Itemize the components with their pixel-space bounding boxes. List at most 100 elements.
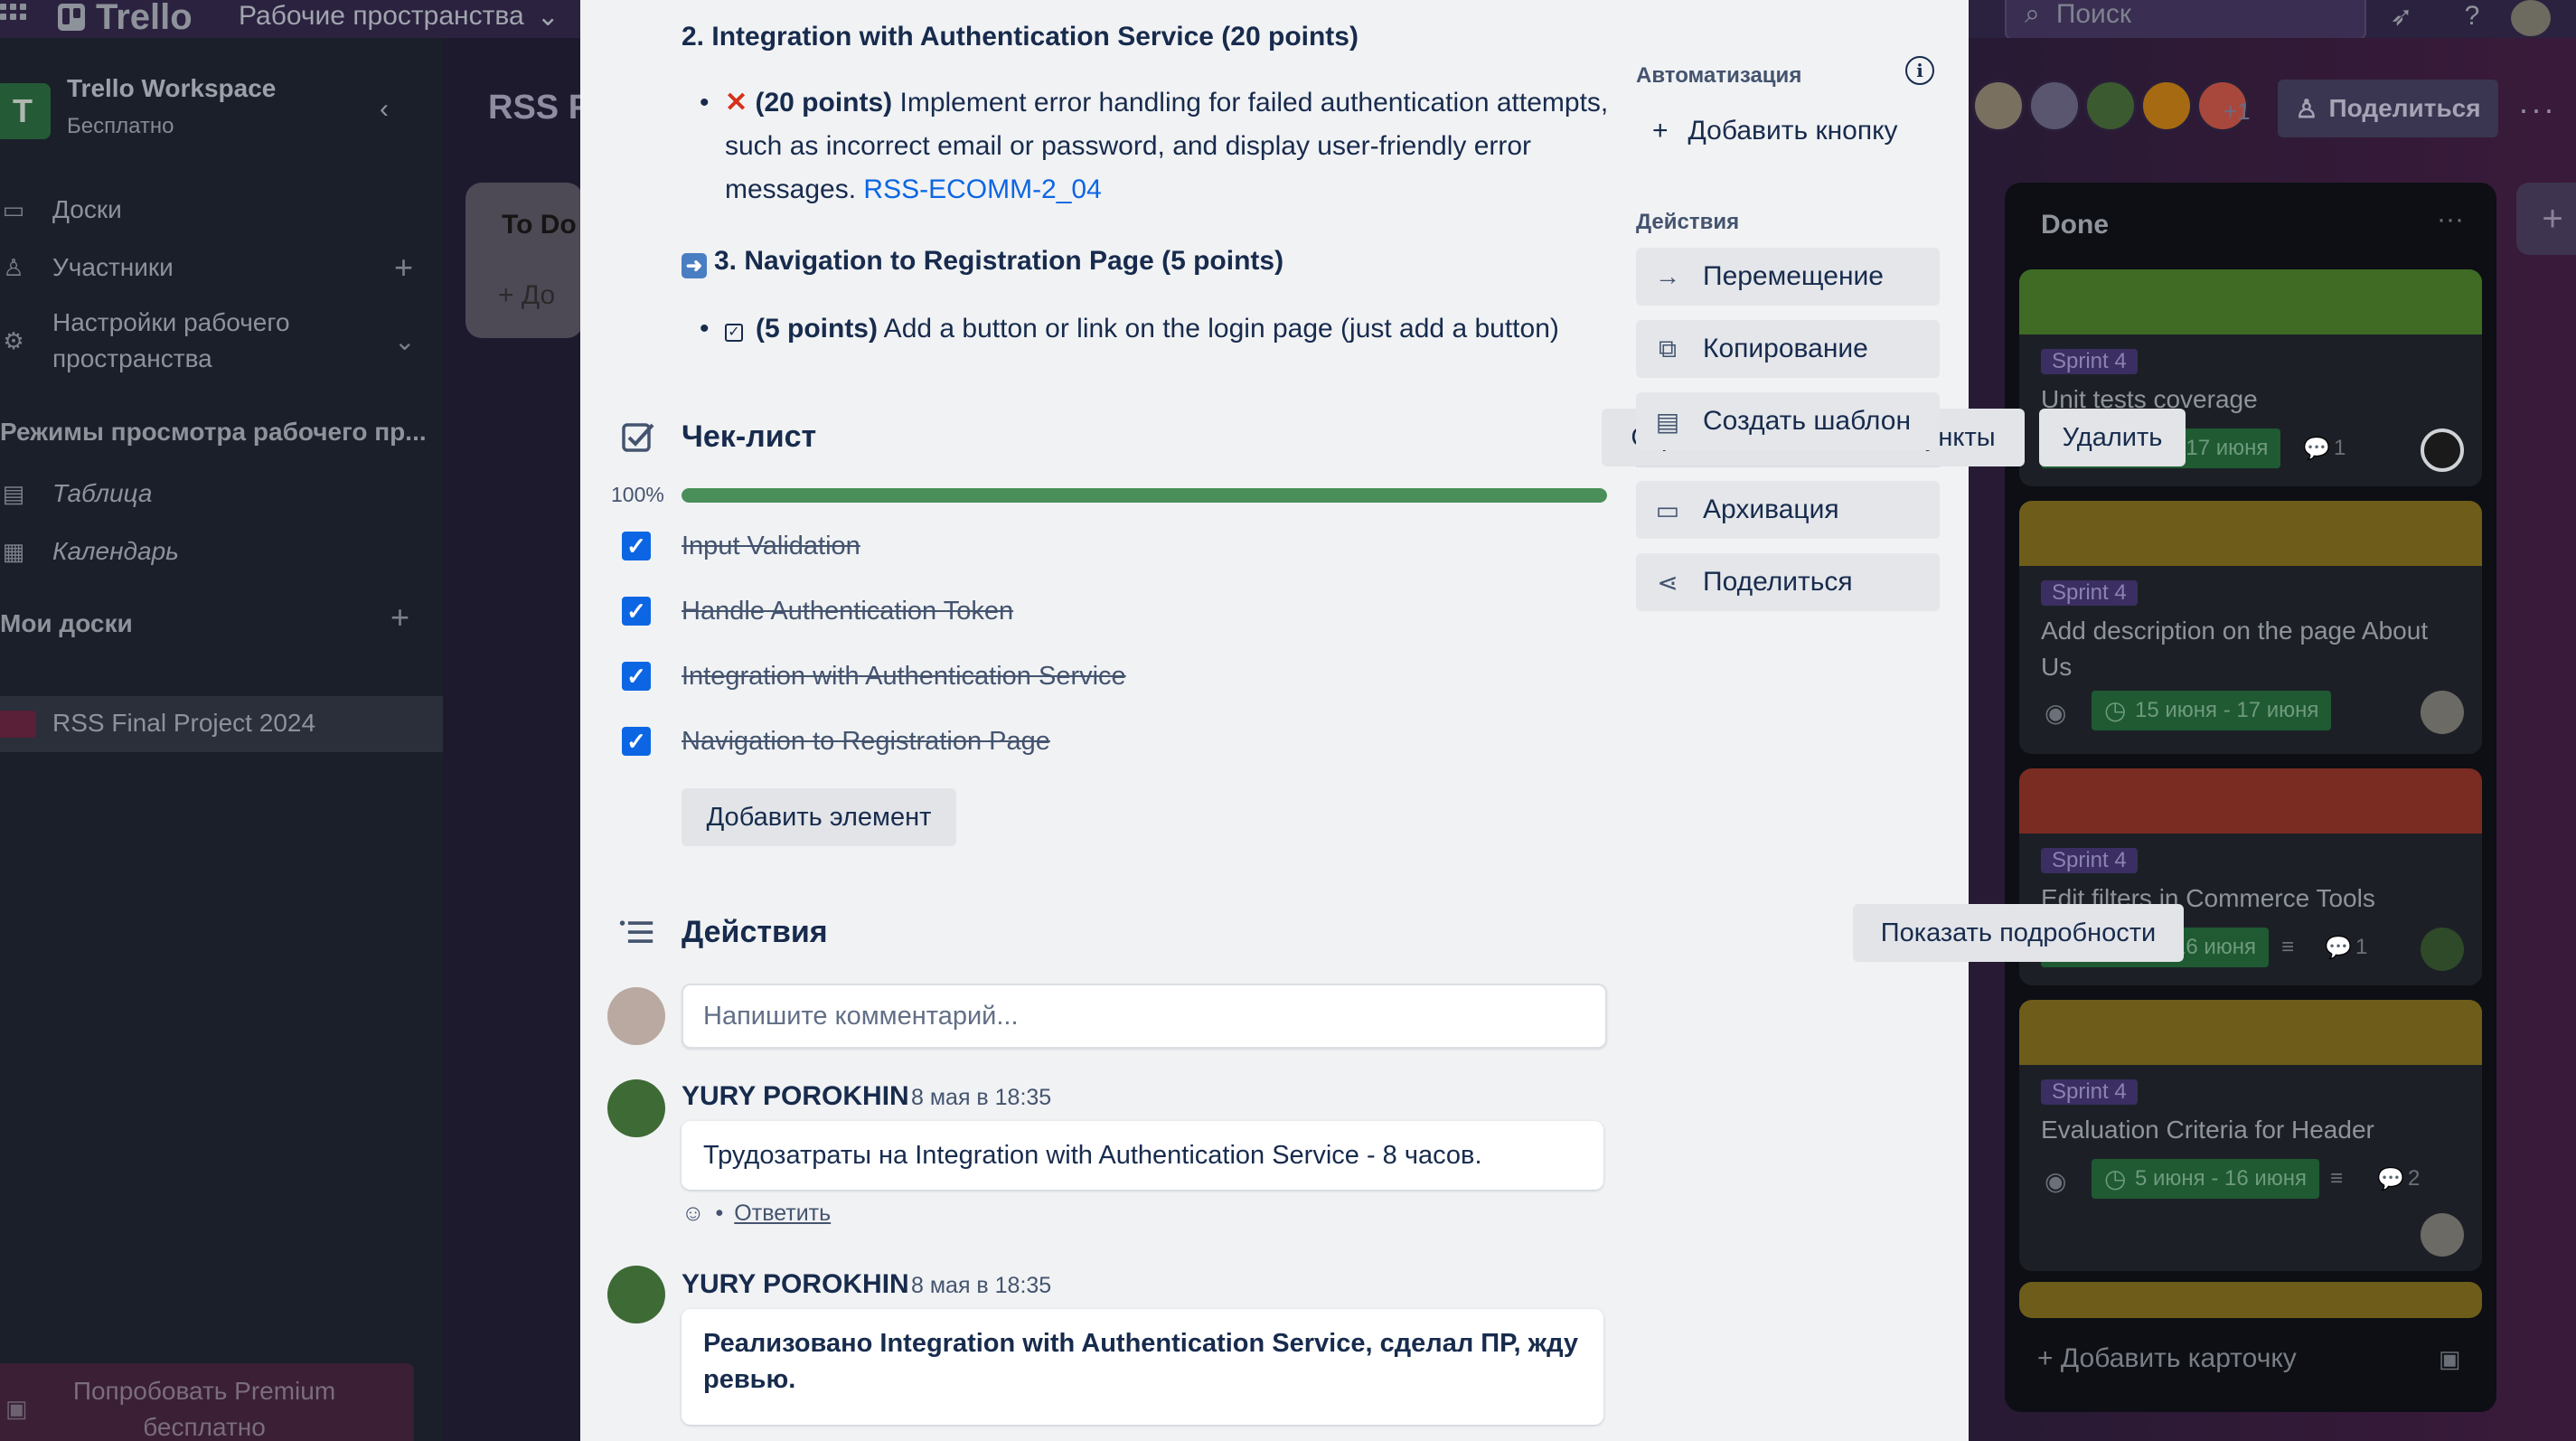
add-card-button[interactable]: + До [498,280,555,311]
card-dates-badge[interactable]: 15 июня - 17 июня [2092,691,2332,730]
board-icon: ▭ [2,195,25,223]
comment-time[interactable]: 8 мая в 18:35 [911,1273,1051,1299]
comment-author[interactable]: YURY POROKHIN [682,1269,909,1300]
comment-time[interactable]: 8 мая в 18:35 [911,1085,1051,1111]
member-avatar[interactable] [2140,80,2193,132]
board-menu-icon[interactable]: ··· [2518,90,2556,128]
card-member-avatar[interactable] [2421,928,2464,971]
add-list-button[interactable]: + [2516,183,2576,255]
extra-members-count[interactable]: +1 [2223,98,2251,126]
current-user-avatar [607,987,665,1045]
workspace-name[interactable]: Trello Workspace [67,74,276,103]
delete-checklist-button[interactable]: Удалить [2039,409,2186,466]
checklist-item[interactable]: Handle Authentication Token [682,597,1013,626]
add-card-button[interactable]: + Добавить карточку [2037,1343,2297,1374]
sidebar-item-members[interactable]: ♙ Участники + [0,240,443,295]
card-member-avatar[interactable] [2421,429,2464,472]
template-icon[interactable]: ▣ [2439,1345,2461,1373]
move-button[interactable]: → Перемещение [1636,248,1940,306]
comment-icon: 💬 [2303,437,2330,461]
workspaces-label: Рабочие пространства [239,1,524,31]
card[interactable] [2019,1282,2482,1318]
try-premium-button[interactable]: ▣ Попробовать Premium бесплатно [0,1363,414,1441]
share-card-button[interactable]: ⋖ Поделиться [1636,553,1940,611]
checklist-checkbox[interactable]: ✓ [622,727,651,756]
member-avatar[interactable] [2028,80,2081,132]
member-avatar[interactable] [1972,80,2025,132]
checklist-item[interactable]: Integration with Authentication Service [682,662,1126,692]
member-avatar[interactable] [2084,80,2137,132]
help-icon[interactable]: ? [2457,1,2487,32]
checklist-checkbox[interactable]: ✓ [622,597,651,626]
create-template-button[interactable]: ▤ Создать шаблон [1636,392,1940,450]
card-dates-badge[interactable]: 5 июня - 16 июня [2092,1159,2320,1199]
my-boards-row: + [0,595,443,640]
copy-button[interactable]: ⧉ Копирование [1636,320,1940,378]
comment-count: 1 [2334,436,2346,460]
user-avatar[interactable] [2511,0,2551,36]
card-cover [2019,269,2482,334]
show-details-label: Показать подробности [1880,918,2157,947]
card-cover [2019,768,2482,834]
collapse-sidebar-icon[interactable]: ‹ [380,94,389,125]
list-title[interactable]: Done [2041,210,2109,240]
sidebar-item-label: Календарь [52,537,179,565]
board-members[interactable] [1972,80,2249,132]
workspace-sidebar: T Trello Workspace Бесплатно ‹ ▭ Доски ♙… [0,38,443,1441]
sidebar-item-boards[interactable]: ▭ Доски [0,183,443,237]
app-switcher-icon[interactable] [0,4,27,31]
comment-author[interactable]: YURY POROKHIN [682,1081,909,1112]
add-checklist-item-button[interactable]: Добавить элемент [682,788,956,846]
card-detail-modal: 2. Integration with Authentication Servi… [580,0,2186,1441]
comment-input[interactable]: Напишите комментарий... [682,984,1607,1049]
add-board-icon[interactable]: + [390,598,409,636]
template-label: Создать шаблон [1703,406,1912,436]
workspace-badge: T [0,83,51,139]
copy-label: Копирование [1703,334,1868,363]
add-button-button[interactable]: + Добавить кнопку [1652,116,1898,146]
task-link[interactable]: RSS-ECOMM-2_04 [863,174,1101,204]
sidebar-board-item[interactable]: RSS Final Project 2024 [0,696,443,752]
card-label: Sprint 4 [2041,1079,2138,1105]
info-icon[interactable]: i [1905,56,1934,85]
checklist-progress-bar [682,488,1607,503]
actions-section-title: Действия [1636,210,1740,234]
trello-logo[interactable]: Trello [58,0,193,37]
add-reaction-icon[interactable]: ☺ [682,1201,705,1227]
share-label: Поделиться [1703,567,1853,597]
show-details-button[interactable]: Показать подробности [1853,904,2184,962]
description-icon: ≡ [2281,935,2295,959]
workspaces-menu[interactable]: Рабочие пространства ⌄ [239,0,559,33]
comment-author-avatar[interactable] [607,1266,665,1323]
checklist-checkbox[interactable]: ✓ [622,662,651,691]
checklist-checkbox[interactable]: ✓ [622,532,651,560]
delete-label: Удалить [2062,422,2163,452]
share-board-button[interactable]: ♙ Поделиться [2278,80,2498,137]
card[interactable]: Sprint 4 Evaluation Criteria for Header … [2019,1000,2482,1271]
search-placeholder: Поиск [2055,0,2131,29]
activity-title: Действия [682,915,828,949]
divider [1636,466,1940,467]
todo-list: To Do + До [465,183,583,338]
archive-button[interactable]: ▭ Архивация [1636,481,1940,539]
rocket-icon[interactable]: ➶ [2386,1,2417,32]
card[interactable]: Sprint 4 Add description on the page Abo… [2019,501,2482,754]
add-member-icon[interactable]: + [394,249,413,287]
done-list: Done ··· Sprint 4 Unit tests coverage 15… [2005,183,2496,1412]
list-title[interactable]: To Do [502,210,577,240]
sidebar-item-table[interactable]: ▤ Таблица [0,466,443,521]
comment-author-avatar[interactable] [607,1079,665,1137]
reply-link[interactable]: Ответить [734,1201,831,1227]
checklist-item[interactable]: Navigation to Registration Page [682,727,1050,757]
sidebar-item-calendar[interactable]: ▦ Календарь [0,524,443,579]
add-button-label: Добавить кнопку [1688,116,1898,146]
list-menu-icon[interactable]: ··· [2437,204,2464,235]
card-member-avatar[interactable] [2421,691,2464,734]
search-input[interactable]: ⌕ Поиск [2005,0,2366,40]
sidebar-item-settings[interactable]: ⚙ Настройки рабочего пространства ⌄ [0,300,443,381]
share-board-label: Поделиться [2328,94,2481,122]
add-person-icon: ♙ [2295,94,2318,123]
board-title[interactable]: RSS F [488,89,589,127]
card-member-avatar[interactable] [2421,1213,2464,1257]
checklist-item[interactable]: Input Validation [682,532,860,561]
